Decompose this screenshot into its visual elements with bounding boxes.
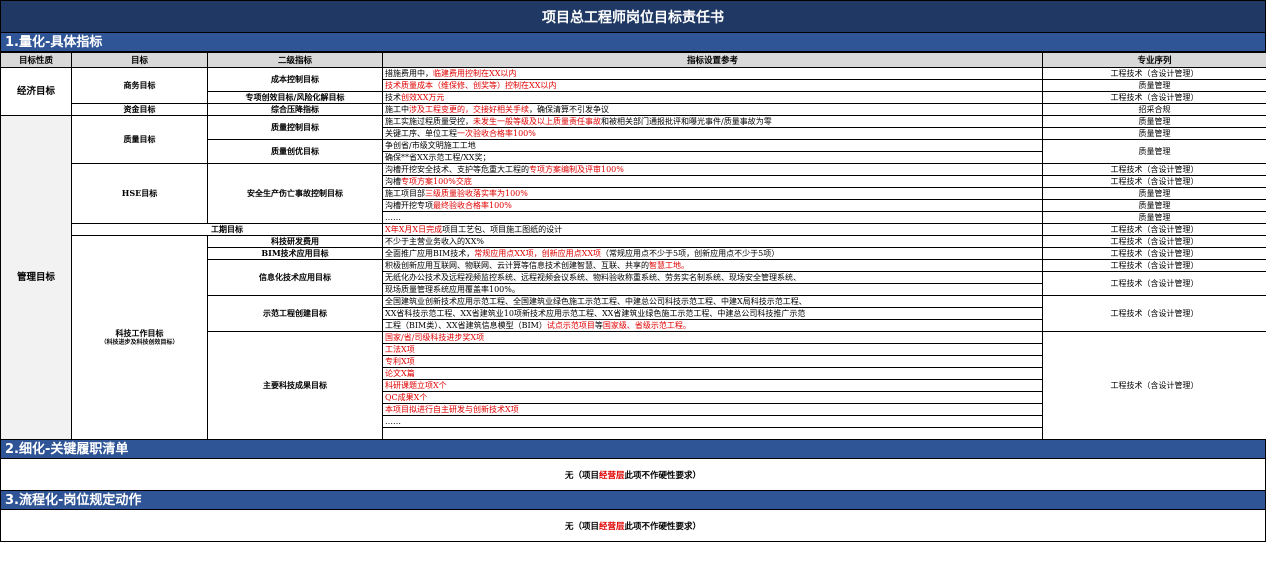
indicator-table: 目标性质 目标 二级指标 指标设置参考 专业序列 经济目标 商务目标 成本控制目… xyxy=(0,52,1266,440)
reference-cell: 施工实施过程质量受控，未发生一般等级及以上质量责任事故和被相关部门通报批评和曝光… xyxy=(382,115,1043,128)
category-economic: 经济目标 xyxy=(0,67,72,116)
reference-cell: 技术质量成本（维保修、创奖等）控制在XX以内 xyxy=(382,79,1043,92)
section-1-header: 1.量化-具体指标 xyxy=(0,33,1266,52)
sequence-cell: 工程技术（含设计管理） xyxy=(1042,163,1266,176)
table-row: 经济目标 商务目标 成本控制目标 措施费用中，临建费用控制在XX以内 工程技术（… xyxy=(0,67,1266,116)
sequence-cell: 工程技术（含设计管理） xyxy=(1042,331,1266,440)
sequence-cell: 工程技术（含设计管理） xyxy=(1042,67,1266,80)
sequence-cell: 工程技术（含设计管理） xyxy=(1042,175,1266,188)
reference-cell: X年X月X日完成项目工艺包、项目施工图纸的设计 xyxy=(382,223,1043,236)
table-row: 工期目标 X年X月X日完成项目工艺包、项目施工图纸的设计 工程技术（含设计管理） xyxy=(1,223,1266,236)
reference-cell: 技术创效XX万元 xyxy=(382,91,1043,104)
table-row: 资金目标 综合压降指标 施工中涉及工程变更的，交接好相关手续，确保清算不引发争议… xyxy=(1,103,1266,116)
reference-cell: 工法X项 xyxy=(382,343,1043,356)
goal-schedule: 工期目标 xyxy=(71,223,383,236)
sequence-cell: 质量管理 xyxy=(1042,127,1266,140)
goal-tech: 科技工作目标 （科技进步及科技创效目标） xyxy=(71,235,208,440)
header-nature: 目标性质 xyxy=(0,52,72,68)
section-3-header: 3.流程化-岗位规定动作 xyxy=(0,491,1266,510)
sequence-cell: 质量管理 xyxy=(1042,199,1266,212)
reference-cell: QC成果X个 xyxy=(382,391,1043,404)
sequence-cell: 工程技术（含设计管理） xyxy=(1042,247,1266,260)
sequence-cell: 招采合规 xyxy=(1042,103,1266,116)
sequence-cell: 质量管理 xyxy=(1042,79,1266,92)
goal-capital: 资金目标 xyxy=(71,103,208,116)
level2-special: 专项创效目标/风险化解目标 xyxy=(207,91,383,104)
level2-bim: BIM技术应用目标 xyxy=(207,247,383,260)
reference-cell: 争创省/市级文明施工工地 xyxy=(382,139,1043,152)
reference-cell: 无纸化办公技术及远程视频监控系统、远程视频会议系统、物料验收称重系统、劳务实名制… xyxy=(382,271,1043,284)
goal-hse: HSE目标 xyxy=(71,163,208,224)
reference-cell: 论文X篇 xyxy=(382,367,1043,380)
header-sequence: 专业序列 xyxy=(1042,52,1266,68)
reference-cell: 沟槽开挖安全技术、支护等危重大工程的专项方案编制及评审100% xyxy=(382,163,1043,176)
reference-cell: …… xyxy=(382,211,1043,224)
header-reference: 指标设置参考 xyxy=(382,52,1043,68)
reference-cell: 本项目拟进行自主研发与创新技术X项 xyxy=(382,403,1043,416)
reference-cell: 沟槽开挖专项最终验收合格率100% xyxy=(382,199,1043,212)
reference-cell xyxy=(382,427,1043,440)
goal-business: 商务目标 xyxy=(71,67,208,104)
table-row: 科技工作目标 （科技进步及科技创效目标） 科技研发费用 不少于主营业务收入的XX%… xyxy=(1,235,1266,440)
level2-cost: 成本控制目标 xyxy=(207,67,383,92)
reference-cell: 积极创新应用互联网、物联网、云计算等信息技术创建智慧、互联、共享的智慧工地。 xyxy=(382,259,1043,272)
level2-info: 信息化技术应用目标 xyxy=(207,259,383,296)
sequence-cell: 质量管理 xyxy=(1042,211,1266,224)
sequence-cell: 工程技术（含设计管理） xyxy=(1042,91,1266,104)
sequence-cell: 质量管理 xyxy=(1042,115,1266,128)
goal-quality: 质量目标 xyxy=(71,115,208,164)
level2-quality-excellence: 质量创优目标 xyxy=(207,139,383,164)
level2-quality-control: 质量控制目标 xyxy=(207,115,383,140)
header-goal: 目标 xyxy=(71,52,208,68)
reference-cell: 国家/省/司级科技进步奖X项 xyxy=(382,331,1043,344)
section-3-body: 无（项目 经营层 此项不作硬性要求） xyxy=(0,510,1266,542)
section-2-header: 2.细化-关键履职清单 xyxy=(0,440,1266,459)
level2-demo: 示范工程创建目标 xyxy=(207,295,383,332)
sequence-cell: 工程技术（含设计管理） xyxy=(1042,271,1266,296)
reference-cell: 沟槽专项方案100%交底 xyxy=(382,175,1043,188)
category-management: 管理目标 xyxy=(0,115,72,440)
reference-cell: 全面推广应用BIM技术，常规应用点XX项，创新应用点XX项（常规应用点不少于5项… xyxy=(382,247,1043,260)
reference-cell: 不少于主营业务收入的XX% xyxy=(382,235,1043,248)
sequence-cell: 工程技术（含设计管理） xyxy=(1042,295,1266,332)
reference-cell: …… xyxy=(382,415,1043,428)
reference-cell: 措施费用中，临建费用控制在XX以内 xyxy=(382,67,1043,80)
reference-cell: 全国建筑业创新技术应用示范工程、全国建筑业绿色施工示范工程、中建总公司科技示范工… xyxy=(382,295,1043,308)
sequence-cell: 工程技术（含设计管理） xyxy=(1042,223,1266,236)
header-level2: 二级指标 xyxy=(207,52,383,68)
table-row: HSE目标 安全生产伤亡事故控制目标 沟槽开挖安全技术、支护等危重大工程的专项方… xyxy=(1,163,1266,224)
reference-cell: 现场质量管理系统应用覆盖率100%。 xyxy=(382,283,1043,296)
reference-cell: XX省科技示范工程、XX省建筑业10项新技术应用示范工程、XX省建筑业绿色施工示… xyxy=(382,307,1043,320)
section-2-body: 无（项目 经营层 此项不作硬性要求） xyxy=(0,459,1266,491)
document-title: 项目总工程师岗位目标责任书 xyxy=(0,0,1266,33)
reference-cell: 施工项目部三级质量验收落实率为100% xyxy=(382,187,1043,200)
reference-cell: 施工中涉及工程变更的，交接好相关手续，确保清算不引发争议 xyxy=(382,103,1043,116)
table-row: 管理目标 质量目标 质量控制目标 施工实施过程质量受控，未发生一般等级及以上质量… xyxy=(0,115,1266,440)
sequence-cell: 工程技术（含设计管理） xyxy=(1042,259,1266,272)
reference-cell: 确保**省XX示范工程/XX奖； xyxy=(382,151,1043,164)
reference-cell: 关键工序、单位工程一次验收合格率100% xyxy=(382,127,1043,140)
level2-rd: 科技研发费用 xyxy=(207,235,383,248)
level2-safety: 安全生产伤亡事故控制目标 xyxy=(207,163,383,224)
reference-cell: 专利X项 xyxy=(382,355,1043,368)
table-header-row: 目标性质 目标 二级指标 指标设置参考 专业序列 xyxy=(0,52,1266,68)
sequence-cell: 工程技术（含设计管理） xyxy=(1042,235,1266,248)
reference-cell: 科研课题立项X个 xyxy=(382,379,1043,392)
sequence-cell: 质量管理 xyxy=(1042,187,1266,200)
responsibility-document: 项目总工程师岗位目标责任书 1.量化-具体指标 目标性质 目标 二级指标 指标设… xyxy=(0,0,1266,564)
level2-achievements: 主要科技成果目标 xyxy=(207,331,383,440)
level2-pressure: 综合压降指标 xyxy=(207,103,383,116)
sequence-cell: 质量管理 xyxy=(1042,139,1266,164)
reference-cell: 工程（BIM类）、XX省建筑信息模型（BIM）试点示范项目等国家级、省级示范工程… xyxy=(382,319,1043,332)
